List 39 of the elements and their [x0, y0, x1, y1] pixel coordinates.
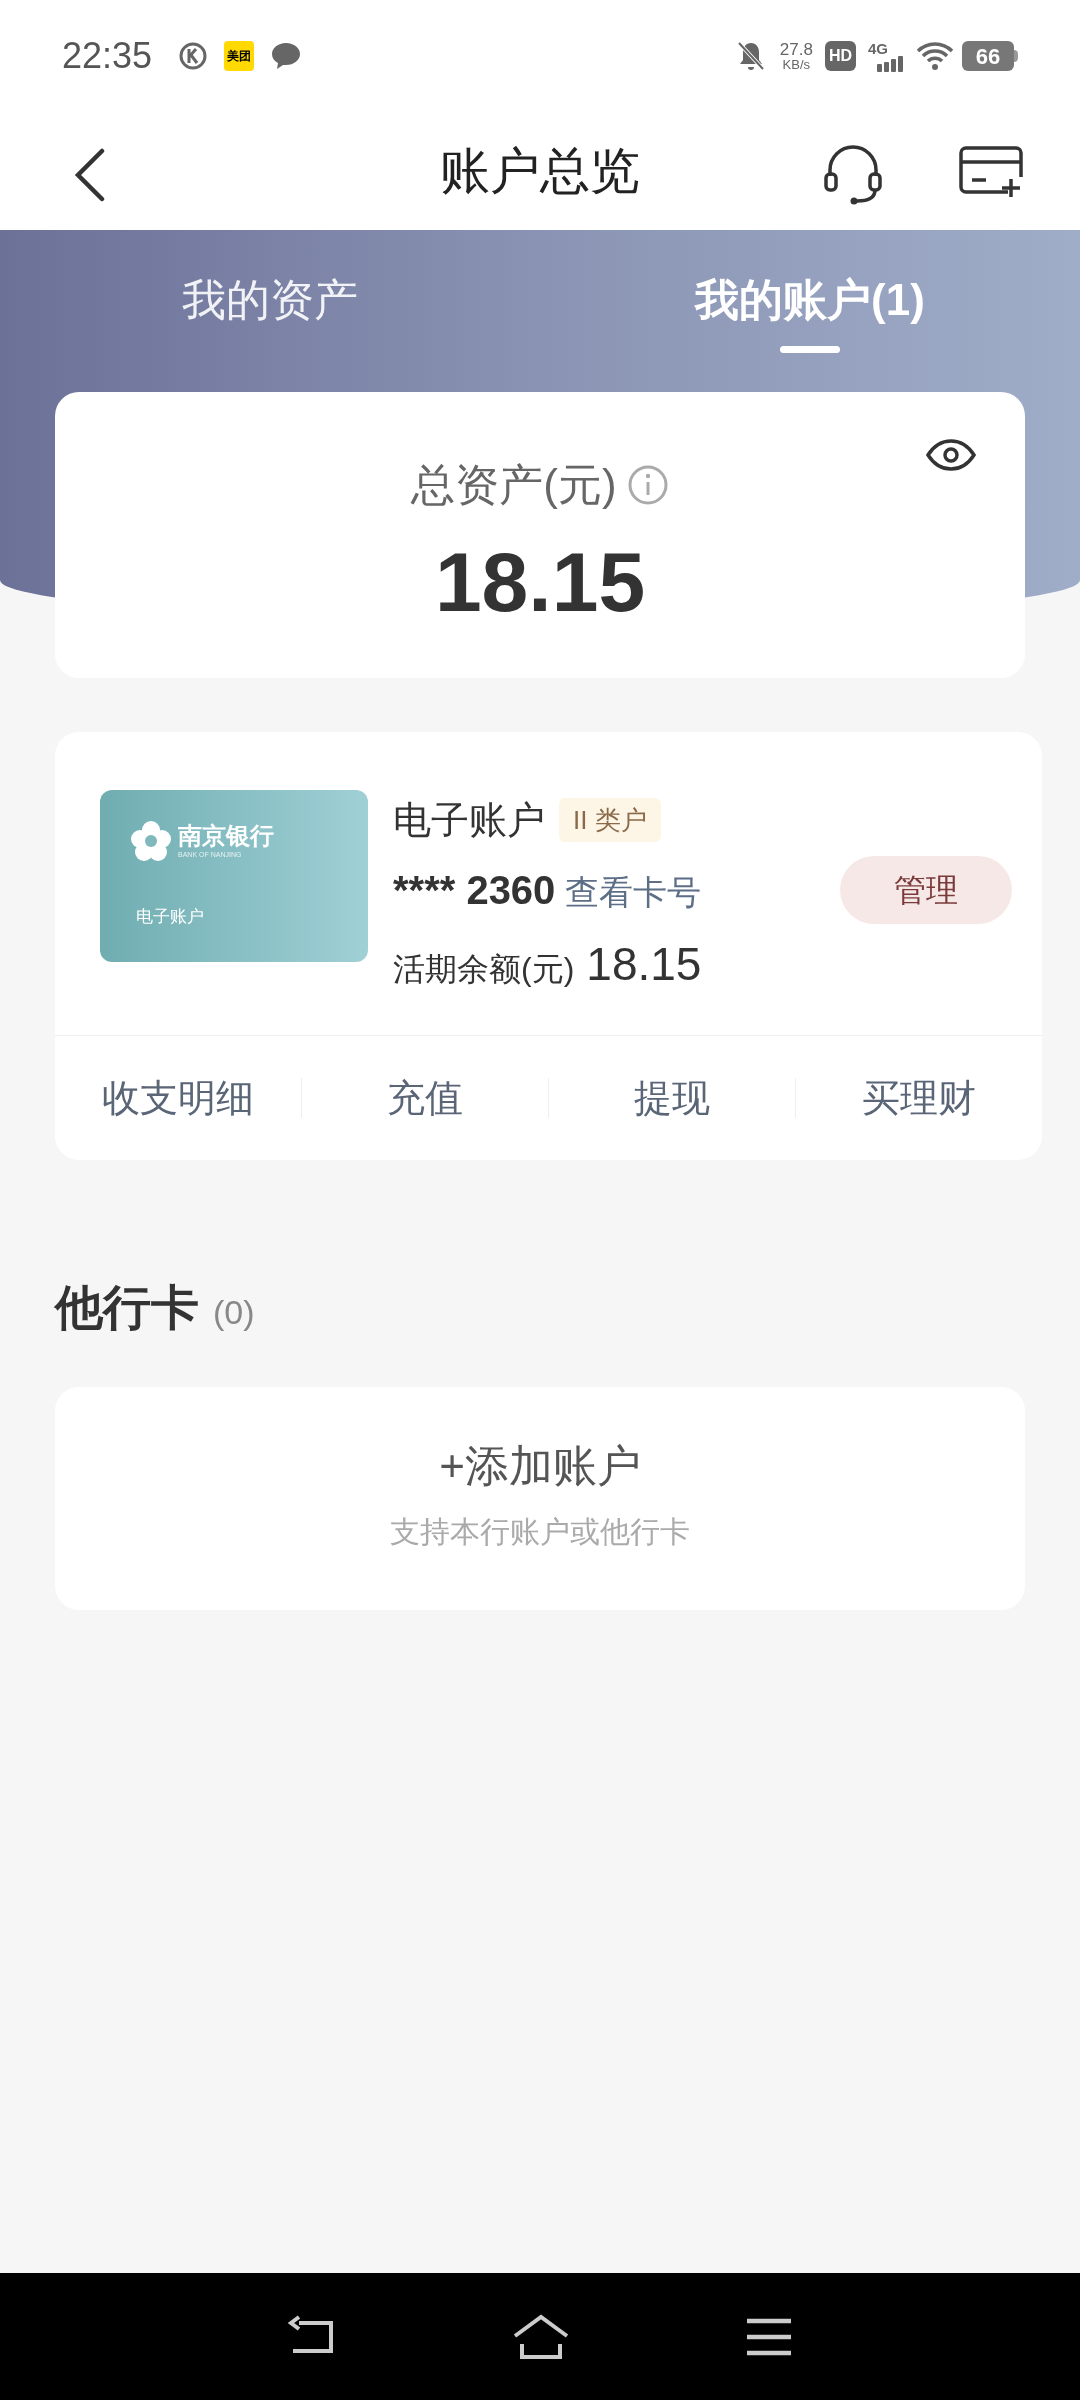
account-action-link[interactable]: 提现 [634, 1069, 710, 1127]
menu-nav-icon[interactable] [744, 2316, 793, 2357]
view-card-number-link[interactable]: 查看卡号 [565, 867, 702, 918]
home-nav-icon[interactable] [512, 2313, 570, 2360]
account-action-link[interactable]: 买理财 [862, 1069, 976, 1127]
add-account-card[interactable]: +添加账户 支持本行账户或他行卡 [55, 1387, 1025, 1610]
tab[interactable]: 我的资产 [0, 230, 540, 358]
account-action-link[interactable]: 收支明细 [102, 1069, 254, 1127]
account-action-link[interactable]: 充值 [387, 1069, 463, 1127]
account-name: 电子账户 [393, 797, 545, 843]
add-account-label: +添加账户 [439, 1440, 641, 1492]
flower-logo-icon [130, 820, 172, 862]
total-assets-label: 总资产(元) [411, 459, 617, 511]
k-circle-icon [178, 41, 209, 71]
chat-bubble-icon [270, 41, 303, 71]
clock: 22:35 [62, 34, 153, 78]
balance-amount: 18.15 [586, 937, 702, 992]
net-speed: 27.8 [779, 41, 813, 58]
bank-name: 南京银行 [178, 824, 274, 848]
masked-card-number: **** 2360 [393, 867, 556, 914]
battery: 66 [962, 41, 1018, 71]
add-account-hint: 支持本行账户或他行卡 [390, 1514, 690, 1550]
balance-label: 活期余额(元) [393, 950, 575, 989]
section-title: 他行卡 [55, 1280, 199, 1336]
eye-icon[interactable] [925, 438, 977, 472]
wifi-icon [916, 41, 954, 71]
card-type-label: 电子账户 [136, 906, 204, 928]
hd-badge: HD [824, 41, 856, 71]
app-badge: 美团 [224, 41, 255, 71]
net-speed-unit: KB/s [782, 58, 811, 71]
add-card-icon[interactable] [958, 144, 1024, 200]
headset-icon[interactable] [822, 142, 884, 206]
total-assets-amount: 18.15 [434, 540, 646, 624]
account-class-tag: II 类户 [559, 798, 661, 842]
page-title: 账户总览 [440, 141, 640, 201]
section-count: (0) [213, 1292, 255, 1333]
network-type: 4G [868, 40, 888, 56]
manage-button[interactable]: 管理 [840, 856, 1012, 924]
muted-bell-icon [735, 40, 766, 72]
